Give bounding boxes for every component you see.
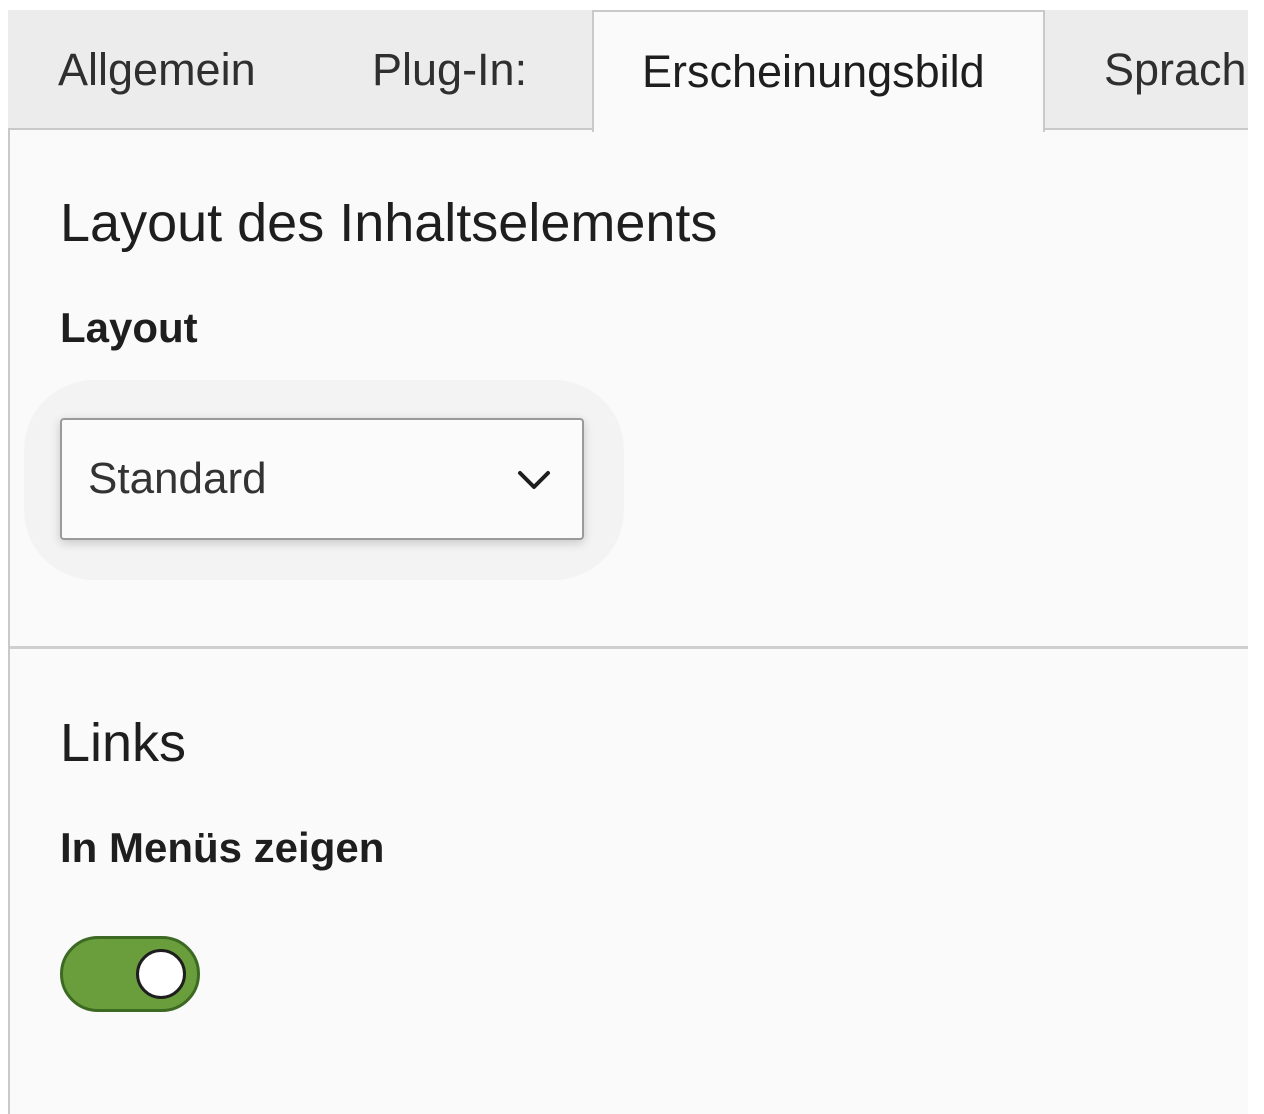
chevron-down-icon [518,471,550,489]
editor-panel: Allgemein Plug-In: Erscheinungsbild Spra… [8,10,1248,1114]
tab-bar: Allgemein Plug-In: Erscheinungsbild Spra… [8,10,1248,132]
field-label-show-in-menus: In Menüs zeigen [60,824,385,871]
tab-allgemein[interactable]: Allgemein [8,10,300,130]
layout-select[interactable]: Standard [60,418,584,540]
toggle-knob [136,949,186,999]
section-title-links: Links [60,713,187,773]
section-title-layout: Layout des Inhaltselements [60,193,718,253]
section-divider [10,646,1248,649]
layout-select-value: Standard [88,454,267,503]
tab-content: Layout des Inhaltselements Layout Standa… [8,130,1248,1114]
tab-plug-in[interactable]: Plug-In: [300,10,592,130]
field-label-layout: Layout [60,304,198,351]
tab-erscheinungsbild[interactable]: Erscheinungsbild [592,10,1045,132]
show-in-menus-toggle[interactable] [60,936,200,1012]
tab-sprache[interactable]: Sprach [1045,10,1248,130]
